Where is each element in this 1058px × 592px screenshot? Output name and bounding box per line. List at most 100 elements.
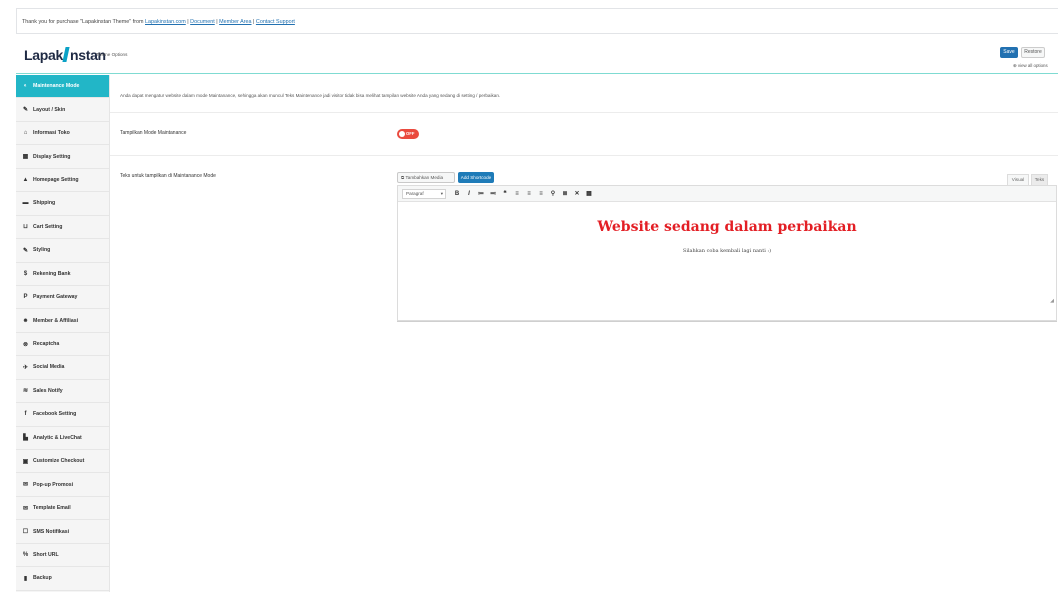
sidebar-item-member-affiliasi[interactable]: ☻ Member & Affiliasi [16,309,109,333]
sidebar-item-label: Member & Affiliasi [33,317,79,324]
maintenance-toggle-label: Tampilkan Mode Maintanance [120,130,187,136]
sidebar-item-informasi-toko[interactable]: ⌂ Informasi Toko [16,121,109,146]
document-link[interactable]: Document [190,19,215,25]
sms-icon: ☐ [22,529,29,536]
home-icon: ⌂ [23,130,28,137]
tab-teks[interactable]: Teks [1031,174,1048,185]
sidebar-item-facebook-setting[interactable]: f Facebook Setting [16,403,109,427]
sidebar-item-homepage-setting[interactable]: ▲ Homepage Setting [16,168,109,193]
editor-content-area[interactable]: Website sedang dalam perbaikan Silahkan … [398,202,1056,306]
link-icon: % [22,551,29,558]
sidebar-item-label: Shipping [33,200,56,207]
store-link[interactable]: Lapakinstan.com [145,19,186,25]
sidebar-item-label: SMS Notifikasi [33,528,70,535]
sidebar-item-cart-setting[interactable]: ⊔ Cart Setting [16,215,109,240]
fullscreen-icon[interactable]: ✕ [572,189,582,199]
align-right-icon[interactable]: ≡ [536,189,546,199]
maintenance-text-label: Teks untuk tampilkan di Maintanance Mode [120,173,216,179]
logo-mark-icon [62,47,70,62]
sidebar-item-label: Backup [33,575,52,582]
paragraph-select-value: Paragraf [406,190,424,196]
numbered-list-icon[interactable]: ≕ [488,189,498,199]
sidebar-item-sms-notifikasi[interactable]: ☐ SMS Notifikasi [16,520,109,544]
sidebar-item-backup[interactable]: ▮ Backup [16,567,109,591]
bullet-list-icon[interactable]: ≔ [476,189,486,199]
toggle-state-text: OFF [406,131,415,136]
sidebar-item-label: Sales Notify [33,387,63,394]
sidebar-item-label: Informasi Toko [33,130,70,137]
sidebar-item-maintenance-mode[interactable]: ◐ Maintenance Mode [16,75,109,99]
save-button[interactable]: Save [1000,47,1018,58]
sidebar-item-analytic-livechat[interactable]: ▙ Analytic & LiveChat [16,426,109,450]
notice-separator: | [253,19,255,25]
toolbar-toggle-icon[interactable]: ▦ [584,189,594,199]
sidebar-item-label: Rekening Bank [33,270,71,277]
sidebar-item-recaptcha[interactable]: ⊗ Recaptcha [16,332,109,357]
align-center-icon[interactable]: ≡ [524,189,534,199]
editor-bottom-border [397,321,1057,324]
wifi-icon: ≋ [22,388,29,395]
sidebar-item-rekening-bank[interactable]: $ Rekening Bank [16,262,109,286]
contact-support-link[interactable]: Contact Support [256,19,295,25]
add-shortcode-button[interactable]: Add Shortcode [458,172,494,183]
restore-button[interactable]: Restore [1021,47,1045,58]
maintenance-mode-toggle[interactable]: OFF [397,129,419,139]
chart-icon: ▙ [23,435,28,442]
link-icon[interactable]: ⚲ [548,189,558,199]
chevron-down-icon: ▾ [440,190,443,196]
maintenance-icon: ◐ [23,83,28,90]
notice-separator: | [187,19,189,25]
sidebar-item-label: Payment Gateway [33,294,78,301]
paypal-icon: P [23,294,28,301]
paragraph-format-select[interactable]: Paragraf ▾ [402,188,446,199]
section-description: Anda dapat mengatur website dalam mode M… [120,93,501,98]
sidebar-item-payment-gateway[interactable]: P Payment Gateway [16,285,109,310]
sidebar-item-sales-notify[interactable]: ≋ Sales Notify [16,379,109,404]
options-content: Anda dapat mengatur website dalam mode M… [110,75,1058,592]
align-left-icon[interactable]: ≡ [512,189,522,199]
sidebar-item-label: Styling [33,247,51,254]
tab-visual[interactable]: Visual [1007,174,1029,185]
sidebar-item-label: Facebook Setting [33,411,77,418]
sidebar-item-label: Recaptcha [33,341,60,348]
view-all-options-link[interactable]: ⊕ view all options [1013,63,1048,69]
sidebar-item-short-url[interactable]: % Short URL [16,543,109,568]
theme-options-subtitle: Theme Options [96,52,128,57]
options-sidebar: ◐ Maintenance Mode ✎ Layout / Skin ⌂ Inform… [16,75,110,592]
brush-icon: ✎ [22,107,29,114]
editor-subtitle-text: Silahkan coba kembali lagi nanti :) [682,248,772,254]
megaphone-icon: ✉ [22,482,29,489]
sidebar-item-template-email[interactable]: ✉ Template Email [16,496,109,521]
sidebar-item-label: Display Setting [33,153,71,160]
member-area-link[interactable]: Member Area [219,19,251,25]
envelope-icon: ✉ [22,505,29,512]
purchase-notice: Thank you for purchase "Lapakinstan Them… [16,8,1058,34]
add-media-button[interactable]: ⧉ Tambahkan Media [397,172,455,183]
sidebar-item-label: Social Media [33,364,65,371]
sidebar-item-label: Pop-up Promosi [33,481,74,488]
row-divider [110,155,1058,156]
lapakinstan-logo: Lapak nstan [24,47,106,63]
users-icon: ☻ [22,317,29,324]
sidebar-item-layout-skin[interactable]: ✎ Layout / Skin [16,98,109,122]
bold-icon[interactable]: B [452,189,462,199]
truck-icon: ▬ [22,200,29,207]
maintenance-text-editor[interactable]: Paragraf ▾ B I ≔ ≕ ❝ ≡ ≡ ≡ ⚲ ≣ ✕ ▦ Websi… [397,185,1057,321]
blockquote-icon[interactable]: ❝ [500,189,510,199]
italic-icon[interactable]: I [464,189,474,199]
sidebar-item-shipping[interactable]: ▬ Shipping [16,192,109,216]
read-more-icon[interactable]: ≣ [560,189,570,199]
sidebar-item-label: Analytic & LiveChat [33,434,82,441]
sidebar-item-label: Homepage Setting [33,176,79,183]
sidebar-item-display-setting[interactable]: ▦ Display Setting [16,145,109,169]
sidebar-item-styling[interactable]: ✎ Styling [16,239,109,263]
sidebar-item-customize-checkout[interactable]: ▣ Customize Checkout [16,450,109,474]
sidebar-item-social-media[interactable]: ✈ Social Media [16,356,109,380]
resize-handle-icon[interactable]: ◢ [1050,298,1054,304]
recaptcha-icon: ⊗ [22,341,29,348]
facebook-icon: f [24,411,27,418]
sidebar-item-label: Short URL [33,551,59,558]
checkout-icon: ▣ [22,458,29,465]
add-media-label: Tambahkan Media [405,175,444,180]
sidebar-item-popup-promosi[interactable]: ✉ Pop-up Promosi [16,473,109,497]
